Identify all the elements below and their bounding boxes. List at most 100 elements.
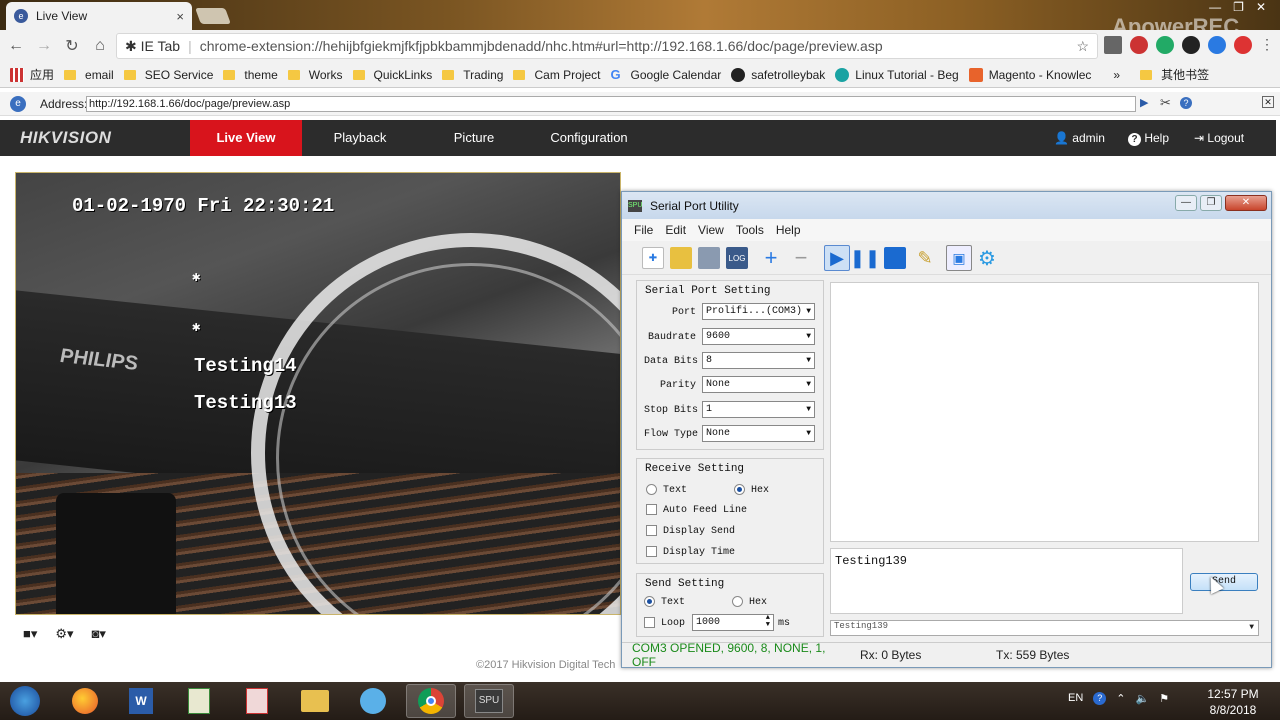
bookmark-star-icon[interactable]: ☆: [1076, 38, 1089, 55]
loop-interval-input[interactable]: 1000 ▲ ▼: [692, 614, 774, 631]
spu-close-icon[interactable]: ✕: [1225, 195, 1267, 211]
menu-view[interactable]: View: [698, 223, 724, 237]
receive-text-radio[interactable]: Text: [646, 484, 687, 496]
flow-type-select[interactable]: None ▼: [702, 425, 815, 442]
bookmark-apps[interactable]: 应用: [10, 66, 54, 83]
menu-file[interactable]: File: [634, 223, 653, 237]
live-video-view[interactable]: PHILIPS 01-02-1970 Fri 22:30:21 ✱ ✱ Test…: [15, 172, 621, 615]
extension-red-icon[interactable]: [1234, 36, 1252, 54]
taskbar-clock[interactable]: 12:57 PM 8/8/2018: [1198, 686, 1268, 718]
remove-icon[interactable]: −: [790, 245, 812, 270]
bookmark-seo-service[interactable]: SEO Service: [123, 68, 213, 82]
bookmark-quicklinks[interactable]: QuickLinks: [352, 68, 432, 82]
loop-checkbox[interactable]: Loop: [644, 617, 685, 629]
ie-help-icon[interactable]: ?: [1180, 97, 1192, 109]
language-indicator[interactable]: EN: [1068, 692, 1083, 705]
bookmark-magento[interactable]: Magento - Knowlec: [968, 67, 1091, 82]
browser-tab-live-view[interactable]: e Live View ×: [6, 2, 192, 30]
menu-edit[interactable]: Edit: [665, 223, 686, 237]
logout-link[interactable]: ⇥ Logout: [1194, 120, 1244, 156]
add-icon[interactable]: +: [760, 245, 782, 270]
bookmark-safetrolleybak[interactable]: safetrolleybak: [731, 67, 825, 82]
window-layout-icon[interactable]: ■▾: [23, 626, 37, 642]
log-icon[interactable]: LOG: [726, 247, 748, 269]
nav-picture[interactable]: Picture: [420, 120, 528, 156]
send-text-area[interactable]: Testing139: [830, 548, 1183, 614]
user-menu[interactable]: 👤 admin: [1054, 120, 1105, 156]
data-bits-select[interactable]: 8 ▼: [702, 352, 815, 369]
stream-type-icon[interactable]: ⚙▾: [55, 626, 73, 642]
bookmark-other[interactable]: 其他书签: [1140, 66, 1209, 83]
extension-pen-icon[interactable]: [1104, 36, 1122, 54]
bookmark-theme[interactable]: theme: [223, 68, 278, 82]
close-icon[interactable]: ✕: [1256, 0, 1266, 14]
bookmark-works[interactable]: Works: [287, 68, 343, 82]
send-text-radio[interactable]: Text: [644, 596, 685, 608]
capture-icon[interactable]: ◙▾: [92, 626, 106, 642]
extension-c-icon[interactable]: [1208, 36, 1226, 54]
network-icon[interactable]: ⚑: [1159, 692, 1169, 705]
display-time-checkbox[interactable]: Display Time: [646, 546, 735, 558]
taskbar-search[interactable]: [348, 684, 398, 718]
bookmark-linux-tutorial[interactable]: Linux Tutorial - Beg: [835, 67, 959, 82]
receive-text-area[interactable]: [830, 282, 1259, 542]
settings-gear-icon[interactable]: ⚙: [976, 247, 998, 270]
volume-icon[interactable]: 🔈: [1136, 692, 1150, 705]
restore-icon[interactable]: ❐: [1233, 0, 1244, 14]
spu-minimize-icon[interactable]: —: [1175, 195, 1197, 211]
menu-tools[interactable]: Tools: [736, 223, 764, 237]
ie-go-icon[interactable]: ▶: [1140, 96, 1148, 109]
port-select[interactable]: Prolifi...(COM3) ▼: [702, 303, 815, 320]
new-tab-button[interactable]: [195, 8, 231, 24]
tray-overflow-icon[interactable]: ⌃: [1116, 692, 1125, 705]
menu-dots-icon[interactable]: ⋮: [1260, 36, 1274, 54]
taskbar-firefox[interactable]: [60, 684, 110, 718]
nav-live-view[interactable]: Live View: [190, 120, 302, 156]
taskbar-chrome[interactable]: [406, 684, 456, 718]
nav-configuration[interactable]: Configuration: [535, 120, 643, 156]
baudrate-select[interactable]: 9600 ▼: [702, 328, 815, 345]
start-button[interactable]: [4, 684, 46, 718]
extension-circle-icon[interactable]: [1182, 36, 1200, 54]
taskbar-word[interactable]: W: [116, 684, 166, 718]
menu-help[interactable]: Help: [776, 223, 801, 237]
bookmark-email[interactable]: email: [64, 68, 114, 82]
extension-record-icon[interactable]: [1130, 36, 1148, 54]
url-bar[interactable]: ✱ IE Tab | chrome-extension://hehijbfgie…: [116, 33, 1098, 59]
bookmark-cam-project[interactable]: Cam Project: [513, 68, 601, 82]
clear-brush-icon[interactable]: ✎: [914, 247, 936, 269]
window-add-icon[interactable]: ▣: [946, 245, 972, 271]
tab-close-icon[interactable]: ×: [176, 9, 184, 24]
stop-icon[interactable]: [884, 247, 906, 269]
send-history-select[interactable]: Testing139 ▼: [830, 620, 1259, 636]
auto-feed-line-checkbox[interactable]: Auto Feed Line: [646, 504, 747, 516]
bookmark-trading[interactable]: Trading: [442, 68, 503, 82]
back-icon[interactable]: ←: [4, 37, 28, 55]
taskbar-notepad-chart[interactable]: [174, 684, 224, 718]
send-hex-radio[interactable]: Hex: [732, 596, 767, 608]
nav-playback[interactable]: Playback: [305, 120, 415, 156]
open-file-icon[interactable]: [670, 247, 692, 269]
receive-hex-radio[interactable]: Hex: [734, 484, 769, 496]
ie-tools-icon[interactable]: ✂: [1160, 95, 1171, 111]
minimize-icon[interactable]: —: [1209, 0, 1221, 14]
display-send-checkbox[interactable]: Display Send: [646, 525, 735, 537]
taskbar-explorer[interactable]: [290, 684, 340, 718]
pause-icon[interactable]: ❚❚: [850, 247, 880, 269]
help-tray-icon[interactable]: ?: [1093, 692, 1107, 705]
ie-address-input[interactable]: http://192.168.1.66/doc/page/preview.asp: [86, 96, 1136, 112]
send-button[interactable]: Send: [1190, 573, 1258, 591]
taskbar-paint[interactable]: [232, 684, 282, 718]
reload-icon[interactable]: ↻: [60, 36, 84, 56]
save-file-icon[interactable]: [698, 247, 720, 269]
ie-close-icon[interactable]: ✕: [1262, 96, 1274, 108]
spu-maximize-icon[interactable]: ❐: [1200, 195, 1222, 211]
stop-bits-select[interactable]: 1 ▼: [702, 401, 815, 418]
forward-icon[interactable]: →: [32, 37, 56, 55]
new-file-icon[interactable]: ✚: [642, 247, 664, 269]
help-link[interactable]: ? Help: [1128, 120, 1169, 156]
extension-bars-icon[interactable]: [1156, 36, 1174, 54]
home-icon[interactable]: ⌂: [88, 37, 112, 55]
start-icon[interactable]: ▶: [824, 245, 850, 271]
bookmark-google-calendar[interactable]: G Google Calendar: [611, 67, 722, 82]
